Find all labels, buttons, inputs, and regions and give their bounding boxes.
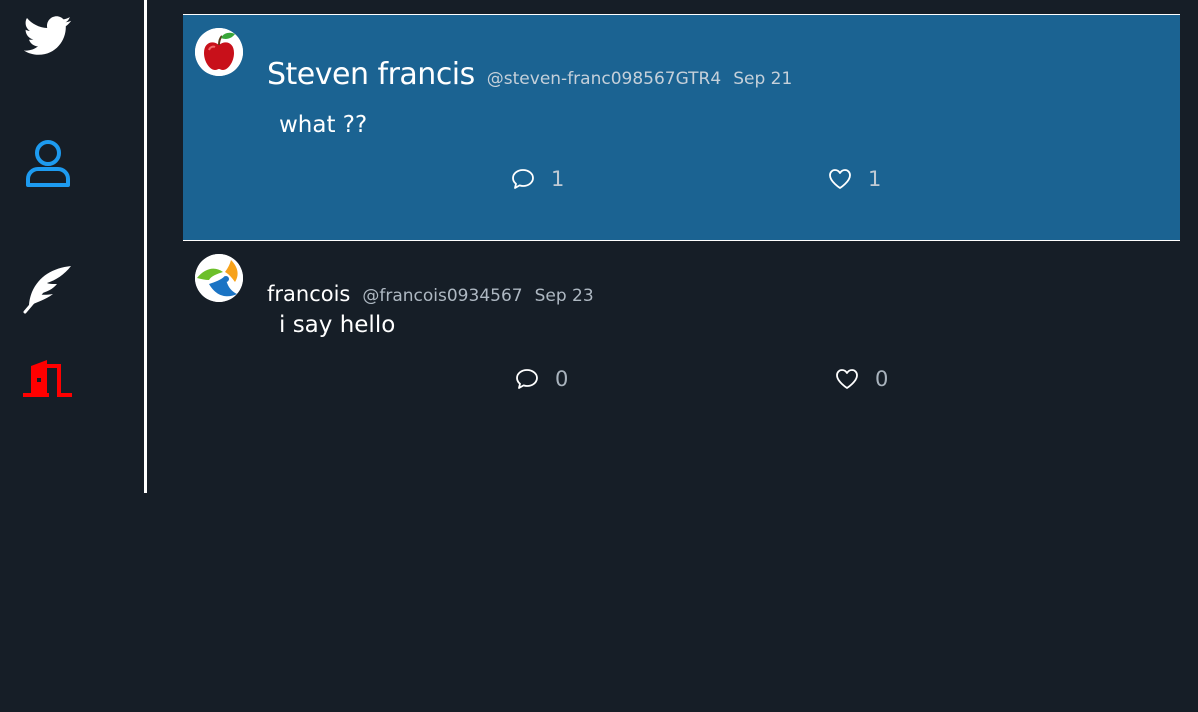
heart-icon: [829, 169, 851, 189]
reply-count: 0: [555, 367, 569, 391]
red-apple-icon: [195, 28, 243, 76]
like-count: 1: [868, 167, 882, 191]
logout-link[interactable]: [23, 360, 73, 400]
feather-quill-icon: [23, 266, 71, 314]
twitter-bird-icon: [24, 16, 72, 55]
home-link[interactable]: [24, 15, 72, 57]
tweet-card[interactable]: Steven francis @steven-franc098567GTR4 S…: [183, 14, 1180, 241]
logout-door-icon: [23, 360, 72, 397]
display-name[interactable]: francois: [267, 282, 350, 306]
like-count: 0: [875, 367, 889, 391]
avatar[interactable]: [195, 254, 243, 302]
reply-bubble-icon: [516, 369, 538, 389]
compose-tweet-link[interactable]: [23, 264, 73, 314]
sidebar: [0, 0, 147, 493]
user-handle[interactable]: @steven-franc098567GTR4: [487, 69, 721, 89]
app-root: Steven francis @steven-franc098567GTR4 S…: [0, 0, 1198, 712]
user-icon: [26, 140, 70, 187]
heart-icon: [836, 369, 858, 389]
reply-count: 1: [551, 167, 565, 191]
tweet-text: what ??: [279, 112, 368, 138]
tweet-feed: Steven francis @steven-franc098567GTR4 S…: [183, 14, 1180, 441]
like-button[interactable]: 1: [828, 167, 881, 191]
tweet-date: Sep 21: [733, 69, 793, 89]
tweet-date: Sep 23: [534, 286, 594, 306]
tweet-header: Steven francis @steven-franc098567GTR4 S…: [267, 57, 792, 92]
tweet-card[interactable]: francois @francois0934567 Sep 23 i say h…: [183, 241, 1180, 441]
logo-icon: [195, 254, 243, 302]
tweet-text: i say hello: [279, 312, 396, 338]
tweet-header: francois @francois0934567 Sep 23: [267, 282, 594, 306]
user-handle[interactable]: @francois0934567: [362, 286, 522, 306]
reply-button[interactable]: 0: [515, 367, 568, 391]
avatar[interactable]: [195, 28, 243, 76]
like-button[interactable]: 0: [835, 367, 888, 391]
reply-button[interactable]: 1: [511, 167, 564, 191]
reply-bubble-icon: [512, 169, 534, 189]
display-name[interactable]: Steven francis: [267, 57, 475, 92]
profile-link[interactable]: [25, 139, 71, 189]
